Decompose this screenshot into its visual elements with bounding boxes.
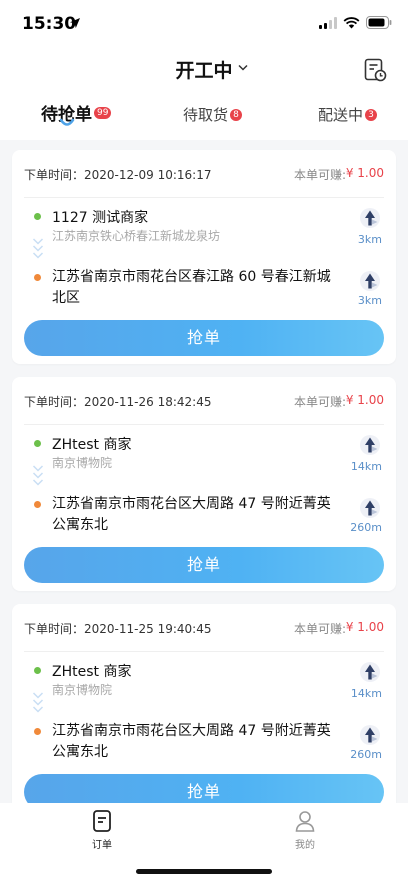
pickup-address: 江苏南京铁心桥春江新城龙泉坊 bbox=[52, 229, 221, 243]
dropoff-address: 江苏省南京市雨花台区春江路 60 号春江新城北区 bbox=[52, 269, 331, 306]
route-chevrons-icon bbox=[32, 465, 44, 486]
earn-label: 本单可赚: bbox=[293, 168, 346, 182]
pickup-distance: 14km bbox=[350, 687, 382, 700]
history-record-icon[interactable] bbox=[363, 58, 387, 82]
page-title[interactable]: 开工中 bbox=[0, 56, 408, 83]
dropoff-dot bbox=[34, 274, 41, 281]
earn-label: 本单可赚: bbox=[293, 395, 346, 409]
pickup-distance: 3km bbox=[357, 233, 382, 246]
tabbar-label: 订单 bbox=[92, 840, 112, 851]
dropoff-distance: 260m bbox=[350, 748, 382, 761]
battery-icon bbox=[366, 16, 392, 29]
pickup-dot bbox=[34, 213, 41, 220]
route-chevrons-icon bbox=[32, 238, 44, 259]
pickup-name: ZHtest 商家 bbox=[52, 437, 132, 453]
divider bbox=[24, 424, 384, 425]
chevron-down-icon[interactable] bbox=[238, 64, 248, 71]
grab-order-button[interactable]: 抢单 bbox=[24, 320, 384, 356]
pickup-name: ZHtest 商家 bbox=[52, 664, 132, 680]
order-card[interactable]: 下单时间：2020-11-26 18:42:45 本单可赚: ¥ 1.00 ZHtes… bbox=[12, 377, 396, 591]
tab-badge: 99 bbox=[94, 106, 112, 119]
status-bar: 15:30 bbox=[0, 0, 408, 48]
navigation-icon[interactable] bbox=[360, 208, 380, 228]
order-time: 下单时间：2020-11-26 18:42:45 bbox=[24, 395, 212, 409]
tab-delivering[interactable]: 配送中 3 bbox=[318, 104, 378, 125]
tab-pending-pickup[interactable]: 待取货 8 bbox=[183, 104, 243, 125]
dropoff-address: 江苏省南京市雨花台区大周路 47 号附近菁英公寓东北 bbox=[52, 496, 331, 533]
location-arrow-icon bbox=[70, 18, 80, 28]
status-time: 15:30 bbox=[22, 14, 77, 34]
tabbar-item-profile[interactable]: 我的 bbox=[265, 809, 345, 851]
tab-badge: 8 bbox=[230, 108, 243, 121]
pickup-distance: 14km bbox=[350, 460, 382, 473]
tab-active-indicator bbox=[59, 118, 75, 126]
order-icon bbox=[93, 810, 111, 832]
navigation-icon[interactable] bbox=[360, 498, 380, 518]
earn-value: ¥ 1.00 bbox=[345, 166, 384, 180]
tab-label: 待取货 bbox=[183, 106, 229, 124]
cellular-signal-icon bbox=[319, 16, 337, 29]
divider bbox=[24, 197, 384, 198]
tabbar-item-orders[interactable]: 订单 bbox=[62, 809, 142, 851]
header: 15:30 开工中 待抢单 99 待取货 8 配送中 3 bbox=[0, 0, 408, 140]
dropoff-dot bbox=[34, 501, 41, 508]
route-chevrons-icon bbox=[32, 692, 44, 713]
tab-badge: 3 bbox=[365, 108, 378, 121]
pickup-address: 南京博物院 bbox=[52, 456, 113, 470]
tab-label: 配送中 bbox=[318, 106, 364, 124]
grab-order-button[interactable]: 抢单 bbox=[24, 547, 384, 583]
dropoff-distance: 260m bbox=[350, 521, 382, 534]
dropoff-address: 江苏省南京市雨花台区大周路 47 号附近菁英公寓东北 bbox=[52, 723, 331, 760]
earn-value: ¥ 1.00 bbox=[345, 620, 384, 634]
order-time: 下单时间：2020-11-25 19:40:45 bbox=[24, 622, 212, 636]
home-indicator bbox=[136, 869, 272, 874]
pickup-name: 1127 测试商家 bbox=[52, 210, 149, 226]
earn-label: 本单可赚: bbox=[293, 622, 346, 636]
earn-value: ¥ 1.00 bbox=[345, 393, 384, 407]
divider bbox=[24, 651, 384, 652]
tabbar-label: 我的 bbox=[295, 840, 315, 851]
pickup-address: 南京博物院 bbox=[52, 683, 113, 697]
order-time: 下单时间：2020-12-09 10:16:17 bbox=[24, 168, 212, 182]
dropoff-distance: 3km bbox=[357, 294, 382, 307]
order-card[interactable]: 下单时间：2020-12-09 10:16:17 本单可赚: ¥ 1.00 1127 … bbox=[12, 150, 396, 364]
pickup-dot bbox=[34, 440, 41, 447]
navigation-icon[interactable] bbox=[360, 435, 380, 455]
navigation-icon[interactable] bbox=[360, 662, 380, 682]
profile-icon bbox=[295, 811, 315, 832]
navigation-icon[interactable] bbox=[360, 725, 380, 745]
order-card[interactable]: 下单时间：2020-11-25 19:40:45 本单可赚: ¥ 1.00 ZHtes… bbox=[12, 604, 396, 818]
pickup-dot bbox=[34, 667, 41, 674]
navigation-icon[interactable] bbox=[360, 271, 380, 291]
dropoff-dot bbox=[34, 728, 41, 735]
wifi-icon bbox=[343, 16, 360, 28]
